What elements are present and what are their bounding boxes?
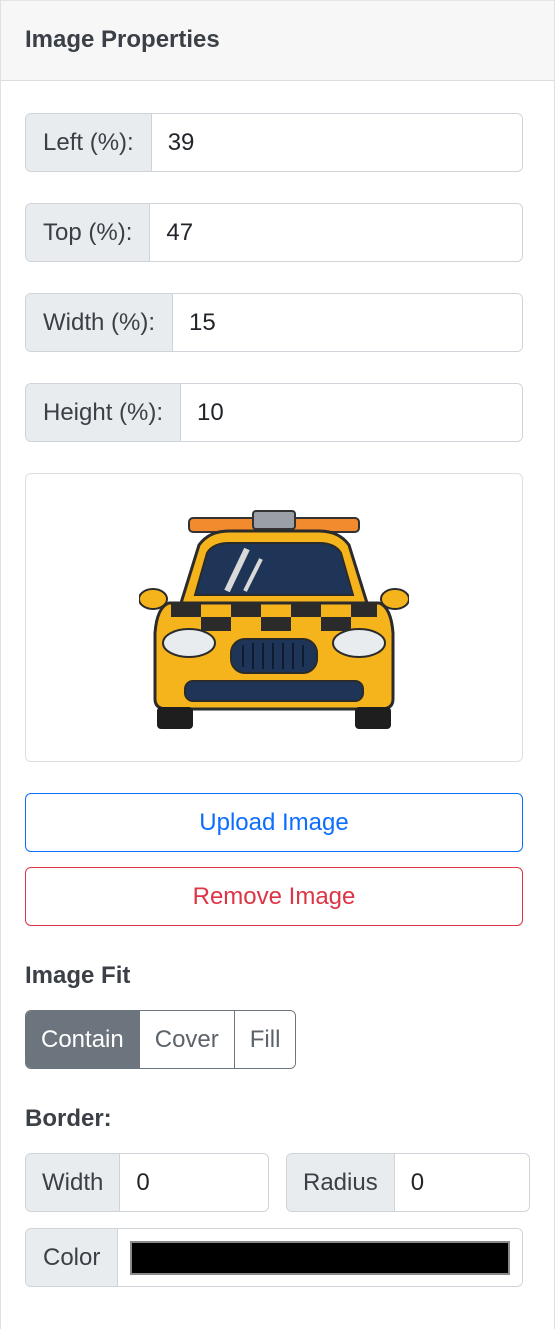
border-color-group: Color <box>25 1228 523 1287</box>
border-color-label: Color <box>26 1229 119 1286</box>
top-input-group: Top (%): <box>25 203 523 262</box>
left-input[interactable] <box>151 114 522 171</box>
panel-header: Image Properties <box>1 0 554 81</box>
border-radius-label: Radius <box>287 1154 395 1211</box>
border-color-picker[interactable] <box>118 1229 522 1286</box>
image-preview <box>25 473 523 762</box>
border-label: Border: <box>25 1105 112 1132</box>
fit-fill-button[interactable]: Fill <box>234 1011 296 1068</box>
remove-image-button[interactable]: Remove Image <box>25 867 523 926</box>
panel-title: Image Properties <box>25 25 220 53</box>
height-input[interactable] <box>181 384 522 441</box>
upload-image-button[interactable]: Upload Image <box>25 793 523 852</box>
left-label: Left (%): <box>26 114 152 171</box>
border-radius-group: Radius <box>286 1153 530 1212</box>
border-size-row: Width Radius <box>25 1153 530 1212</box>
color-swatch[interactable] <box>130 1240 510 1275</box>
top-label: Top (%): <box>26 204 151 261</box>
panel-body: Left (%): Top (%): Width (%): Height (%)… <box>1 81 554 1287</box>
fit-cover-button[interactable]: Cover <box>139 1011 235 1068</box>
border-width-group: Width <box>25 1153 269 1212</box>
width-label: Width (%): <box>26 294 174 351</box>
image-fit-label: Image Fit <box>25 962 131 989</box>
left-input-group: Left (%): <box>25 113 523 172</box>
image-fit-toggle: Contain Cover Fill <box>25 1010 297 1069</box>
border-width-input[interactable] <box>120 1154 268 1211</box>
height-input-group: Height (%): <box>25 383 523 442</box>
height-label: Height (%): <box>26 384 182 441</box>
image-properties-panel: Image Properties Left (%): Top (%): Widt… <box>0 0 555 1329</box>
border-radius-input[interactable] <box>394 1154 529 1211</box>
top-input[interactable] <box>150 204 522 261</box>
taxi-car-icon <box>139 509 409 729</box>
border-width-label: Width <box>26 1154 121 1211</box>
width-input[interactable] <box>173 294 522 351</box>
width-input-group: Width (%): <box>25 293 523 352</box>
fit-contain-button[interactable]: Contain <box>26 1011 140 1068</box>
